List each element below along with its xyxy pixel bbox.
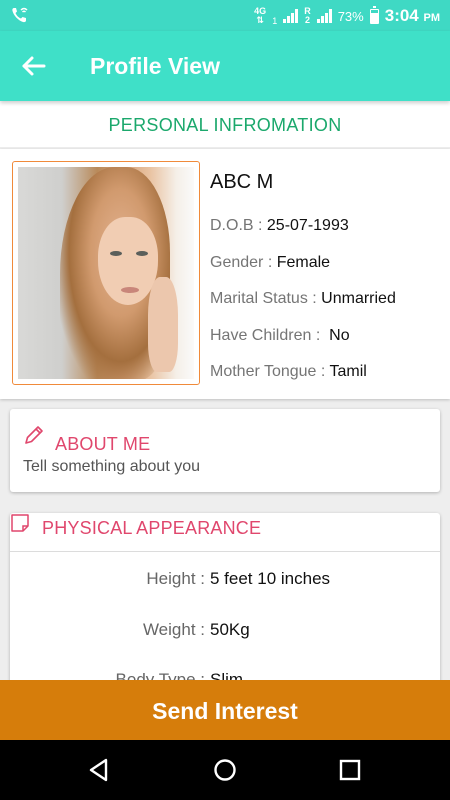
marital-status-row: Marital Status : Unmarried [210,281,445,318]
clock: 3:04 PM [385,6,440,26]
personal-info-header: PERSONAL INFROMATION [0,101,450,147]
send-interest-button[interactable]: Send Interest [0,680,450,740]
dob-value: 25-07-1993 [266,217,349,234]
about-me-card: ABOUT ME Tell something about you [10,409,440,492]
nav-back-icon [89,758,108,782]
signal-sim1-icon [283,9,299,23]
mother-tongue-row: Mother Tongue : Tamil [210,354,445,391]
nav-home-icon [214,759,236,781]
marital-status-label: Marital Status : [210,290,322,307]
status-indicators: 4G ⇅ 1 R 2 73% 3:04 PM [254,5,440,26]
about-me-title: ABOUT ME [55,434,151,454]
navigation-bar [0,740,450,800]
app-bar: Profile View [0,31,450,101]
have-children-row: Have Children : No [210,318,445,355]
marital-status-value: Unmarried [321,290,396,307]
battery-icon [369,5,379,24]
nav-recents-button[interactable] [336,756,364,784]
gender-value: Female [276,253,331,271]
clock-suffix: PM [423,12,441,24]
profile-photo [18,167,194,379]
network-type: 4G ⇅ [254,7,266,25]
personal-details: ABC M D.O.B : 25-07-1993 Gender : Female… [210,171,445,391]
mother-tongue-label: Mother Tongue : [210,363,330,380]
physical-appearance-card: PHYSICAL APPEARANCE Height : 5 feet 10 i… [10,513,440,680]
have-children-label: Have Children : [210,326,325,344]
have-children-value: No [324,326,350,344]
divider [10,551,440,552]
battery-percent: 73% [337,8,364,24]
dob-label: D.O.B : [210,217,267,234]
profile-content[interactable]: PERSONAL INFROMATION ABC M D.O.B : 25-07… [0,101,450,680]
phone-wifi-call-icon [10,5,30,28]
personal-info-title: PERSONAL INFROMATION [108,115,342,135]
body-type-row: Body Type : Slim [10,668,440,680]
weight-row: Weight : 50Kg [10,618,440,642]
back-button[interactable] [18,51,52,81]
about-me-text: Tell something about you [23,458,200,475]
height-row: Height : 5 feet 10 inches [10,567,440,591]
gender-row: Gender : Female [210,245,445,282]
height-label: Height : [146,569,205,588]
page-title: Profile View [90,53,220,79]
height-value: 5 feet 10 inches [210,569,331,588]
nav-recents-icon [339,759,361,781]
physical-appearance-title: PHYSICAL APPEARANCE [42,518,262,538]
gender-label: Gender : [210,253,277,271]
body-type-value: Slim [210,670,244,680]
pencil-icon [25,426,43,444]
note-icon [11,514,29,532]
sim2-label: 2 [304,15,310,25]
profile-name: ABC M [210,171,274,193]
sim1-label: 1 [272,16,278,26]
data-arrows-icon: ⇅ [256,15,264,25]
nav-back-button[interactable] [86,756,114,784]
weight-value: 50Kg [210,620,250,639]
weight-label: Weight : [142,620,205,639]
personal-info-card: ABC M D.O.B : 25-07-1993 Gender : Female… [0,149,450,399]
signal-sim2-icon [316,9,332,23]
body-type-label: Body Type : [115,670,205,680]
arrow-back-icon [22,56,46,76]
nav-home-button[interactable] [211,756,239,784]
mother-tongue-value: Tamil [329,363,367,380]
status-bar: 4G ⇅ 1 R 2 73% 3:04 PM [0,0,450,31]
profile-photo-frame[interactable] [12,161,200,385]
clock-time: 3:04 [384,6,419,25]
dob-row: D.O.B : 25-07-1993 [210,208,445,245]
